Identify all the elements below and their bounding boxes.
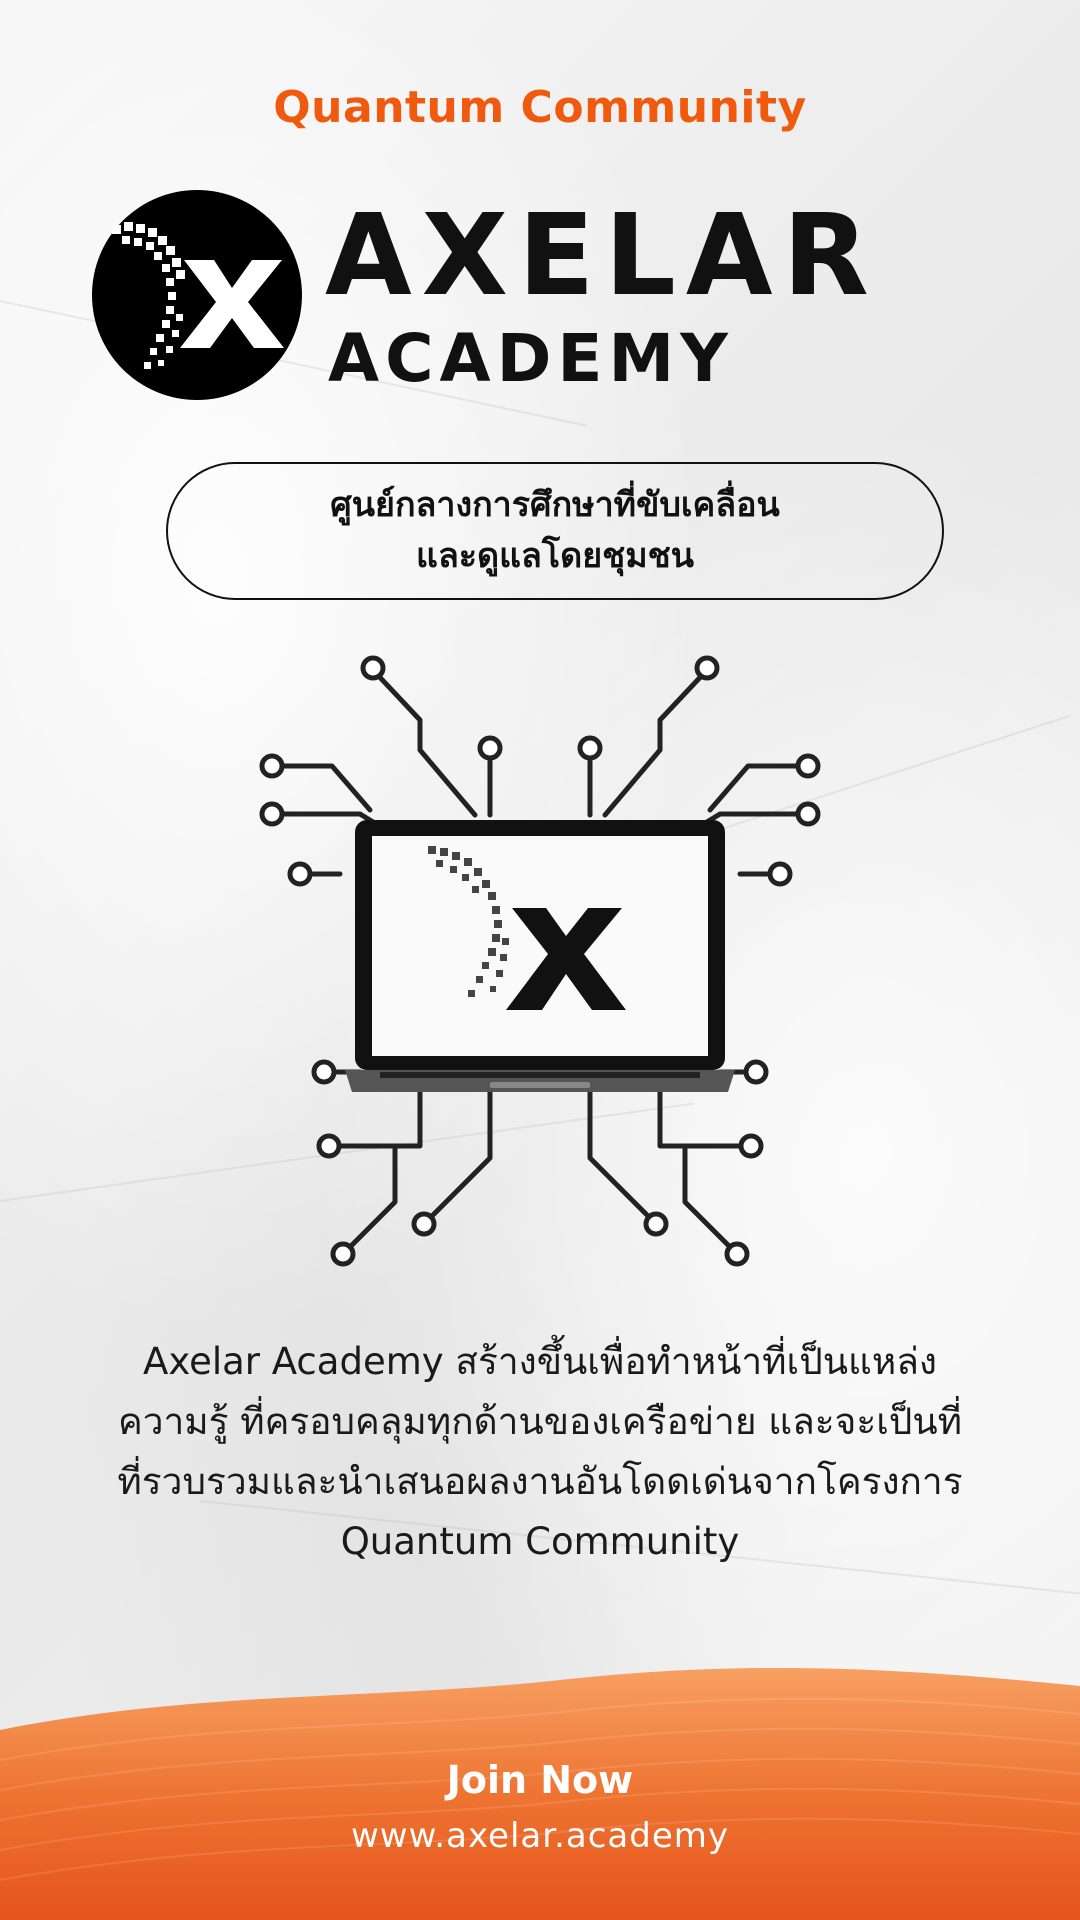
join-now-button[interactable]: Join Now (0, 1758, 1080, 1802)
brand-name: AXELAR (325, 191, 879, 321)
page-title: Quantum Community (273, 82, 807, 133)
description-line-2: ความรู้ ที่ครอบคลุมทุกด้านของเครือข่าย แ… (117, 1400, 963, 1443)
description-line-3: ที่รวบรวมและนำเสนอผลงานอันโดดเด่นจากโครง… (117, 1460, 963, 1503)
tagline-line-2: และดูแลโดยชุมชน (416, 536, 694, 576)
tagline-pill: ศูนย์กลางการศึกษาที่ขับเคลื่อน และดูแลโด… (166, 462, 944, 600)
website-link[interactable]: www.axelar.academy (0, 1816, 1080, 1856)
description-line-1: Axelar Academy สร้างขึ้นเพื่อทำหน้าที่เป… (143, 1340, 937, 1383)
x-logo-icon (92, 190, 302, 400)
description-line-4: Quantum Community (340, 1520, 740, 1563)
description: Axelar Academy สร้างขึ้นเพื่อทำหน้าที่เป… (86, 1332, 994, 1572)
tagline-line-1: ศูนย์กลางการศึกษาที่ขับเคลื่อน (330, 485, 780, 525)
brand-subtitle: ACADEMY (328, 320, 734, 397)
laptop-circuit-icon (259, 655, 821, 1267)
